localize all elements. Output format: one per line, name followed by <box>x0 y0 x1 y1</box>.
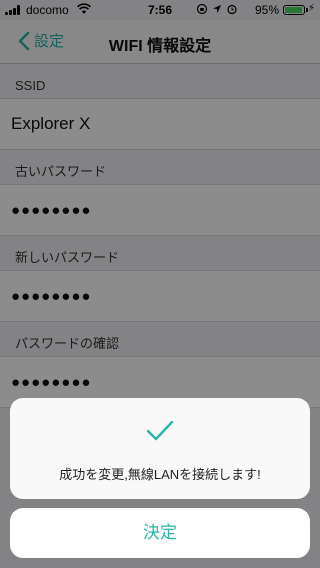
confirm-button[interactable]: 決定 <box>10 508 310 558</box>
screen: docomo 7:56 95% ⚡ 設定 WIFI 情報設定 SSID Expl… <box>0 0 320 568</box>
alert-message: 成功を変更,無線LANを接続します! <box>59 467 261 482</box>
checkmark-icon <box>146 420 174 441</box>
success-alert: 成功を変更,無線LANを接続します! <box>10 398 310 499</box>
